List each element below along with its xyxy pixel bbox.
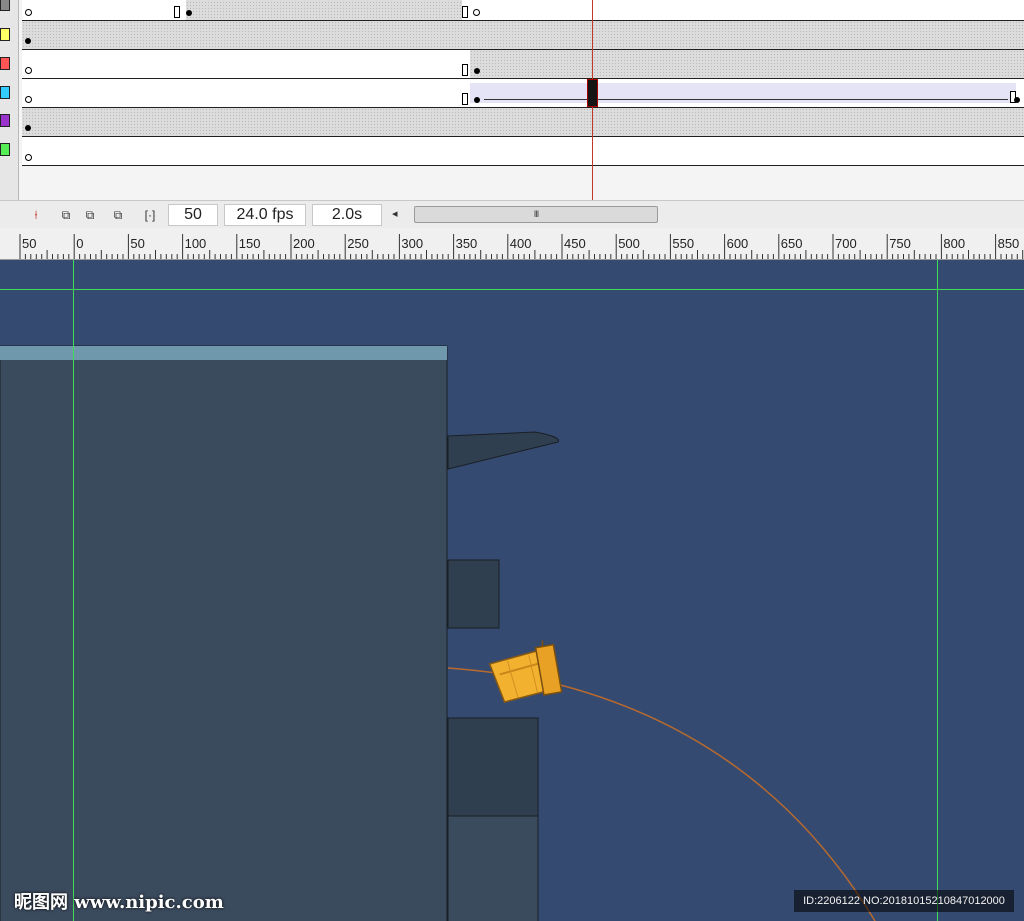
layer-color-swatch[interactable] — [0, 86, 10, 99]
layer-color-swatch[interactable] — [0, 114, 10, 127]
horizontal-guide[interactable] — [0, 289, 1024, 290]
ruler-label: 800 — [943, 236, 966, 251]
ruler-label: 750 — [889, 236, 911, 251]
watermark-id: ID:2206122 NO:20181015210847012000 — [794, 890, 1014, 912]
layer-color-swatch[interactable] — [0, 57, 10, 70]
layer-color-swatch[interactable] — [0, 28, 10, 41]
edit-multiple-frames-icon[interactable]: ⧉ — [108, 205, 128, 225]
layer-color-swatch[interactable] — [0, 143, 10, 156]
keyframe[interactable] — [186, 10, 192, 16]
ruler-label: 200 — [293, 236, 315, 251]
ruler-label: 50 — [22, 236, 37, 251]
timeline-horizontal-scrollbar[interactable]: ◂ III — [390, 205, 660, 224]
onion-skin-outlines-icon[interactable]: ⧉ — [80, 205, 100, 225]
watermark-site: 昵图网 www.nipic.com — [14, 892, 224, 913]
frame-rate-field[interactable]: 24.0 fps — [224, 204, 306, 226]
empty-keyframe[interactable] — [25, 67, 32, 74]
motion-tween-span[interactable] — [470, 83, 1016, 103]
empty-keyframe[interactable] — [25, 9, 32, 16]
layer-color-strip — [0, 0, 19, 200]
ruler-label: 850 — [997, 236, 1020, 251]
layer-frame-row[interactable] — [22, 21, 1024, 50]
stage-artwork — [0, 345, 876, 921]
ruler-label: 300 — [401, 236, 424, 251]
center-frame-icon[interactable]: ⍿ — [26, 205, 46, 225]
vertical-guide[interactable] — [73, 260, 74, 921]
keyframe[interactable] — [1014, 97, 1020, 103]
horizontal-ruler: 50 0 50 100 150 200 250 300 350 400 450 500 550 600 65… — [0, 228, 1024, 260]
layer-frame-row[interactable] — [22, 50, 1024, 79]
end-frame-marker[interactable] — [462, 64, 468, 76]
timeline-status-bar: ⍿ ⧉ ⧉ ⧉ [·] 50 24.0 fps 2.0s ◂ III — [0, 200, 1024, 229]
timeline-panel — [0, 0, 1024, 200]
ruler-label: 650 — [780, 236, 803, 251]
ruler-label: 250 — [347, 236, 369, 251]
frame-grid[interactable] — [22, 0, 1024, 200]
ruler-label: 600 — [726, 236, 749, 251]
end-frame-marker[interactable] — [462, 6, 468, 18]
ruler-label: 450 — [564, 236, 586, 251]
tween-arrow — [484, 99, 1008, 100]
end-frame-marker[interactable] — [174, 6, 180, 18]
flash-editor: ⍿ ⧉ ⧉ ⧉ [·] 50 24.0 fps 2.0s ◂ III 50 0 50… — [0, 0, 1024, 921]
scrollbar-thumb[interactable]: III — [414, 206, 658, 223]
ruler-label: 100 — [184, 236, 207, 251]
empty-keyframe[interactable] — [473, 9, 480, 16]
lantern-symbol — [488, 640, 563, 703]
ruler-label: 550 — [672, 236, 695, 251]
ruler-label: 350 — [455, 236, 478, 251]
elapsed-time-field[interactable]: 2.0s — [312, 204, 382, 226]
empty-keyframe[interactable] — [25, 154, 32, 161]
keyframe[interactable] — [25, 125, 31, 131]
empty-keyframe[interactable] — [25, 96, 32, 103]
ruler-label: 0 — [76, 236, 84, 251]
ruler-label: 700 — [835, 236, 857, 251]
layer-frame-row[interactable] — [22, 0, 1024, 21]
modify-onion-markers-icon[interactable]: [·] — [140, 205, 160, 225]
ruler-label: 50 — [130, 236, 145, 251]
scroll-left-icon[interactable]: ◂ — [392, 205, 398, 224]
layer-frame-row[interactable] — [22, 137, 1024, 166]
onion-skin-icon[interactable]: ⧉ — [56, 205, 76, 225]
keyframe[interactable] — [25, 38, 31, 44]
keyframe[interactable] — [474, 97, 480, 103]
layer-color-swatch[interactable] — [0, 0, 10, 11]
end-frame-marker[interactable] — [462, 93, 468, 105]
stage-canvas[interactable] — [0, 260, 1024, 921]
ruler-label: 150 — [238, 236, 261, 251]
vertical-guide[interactable] — [937, 260, 938, 921]
current-frame-field[interactable]: 50 — [168, 204, 218, 226]
ruler-label: 400 — [509, 236, 532, 251]
current-frame-marker[interactable] — [587, 79, 598, 107]
scrollbar-grip-icon: III — [533, 209, 539, 219]
layer-frame-row[interactable] — [22, 79, 1024, 108]
layer-frame-row[interactable] — [22, 108, 1024, 137]
ruler-label: 500 — [618, 236, 640, 251]
keyframe[interactable] — [474, 68, 480, 74]
